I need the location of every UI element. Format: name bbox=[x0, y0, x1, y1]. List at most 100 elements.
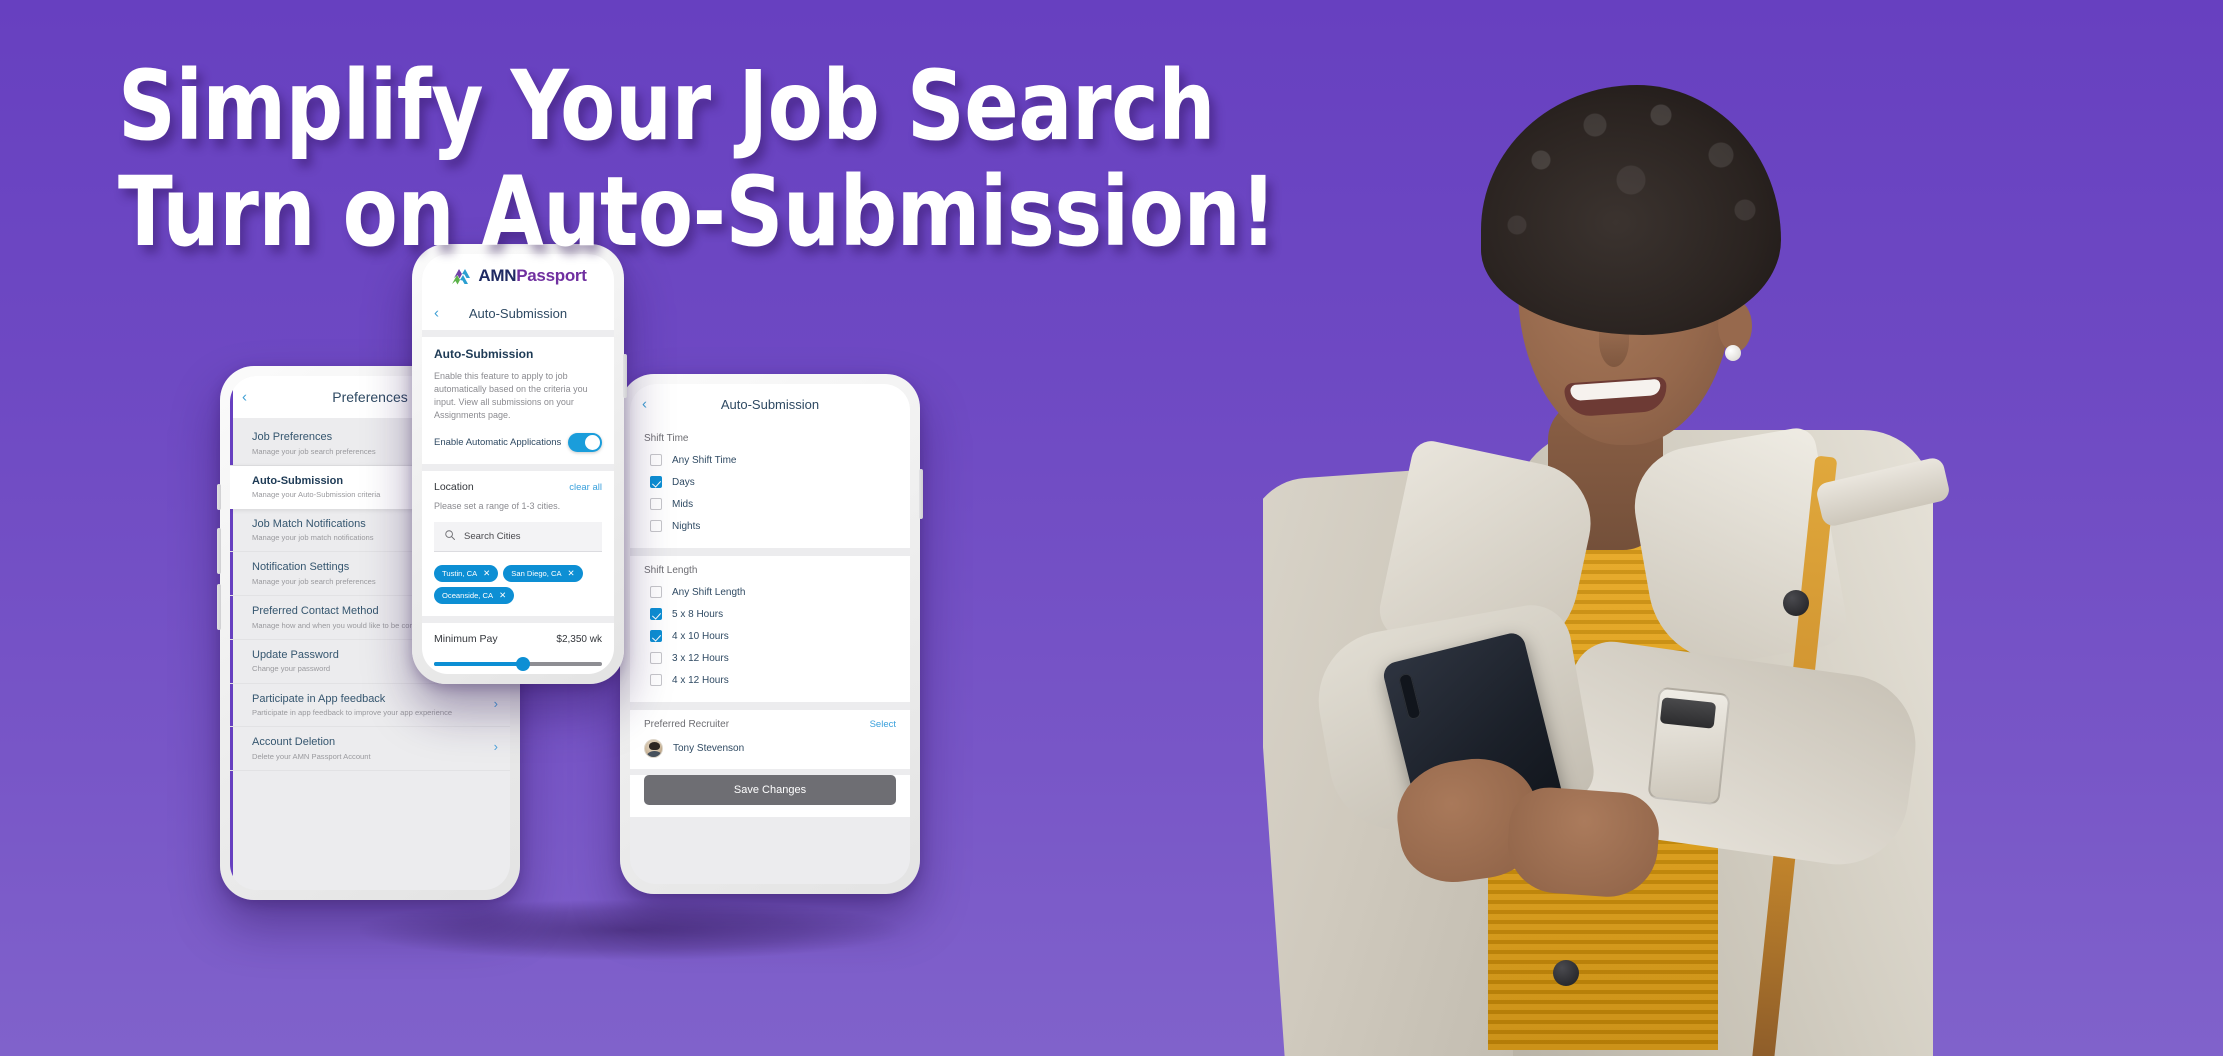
shift-length-option-2[interactable]: 4 x 10 Hours bbox=[644, 625, 896, 647]
search-cities-input[interactable]: Search Cities bbox=[434, 522, 602, 553]
checkbox-icon[interactable] bbox=[650, 652, 662, 664]
preference-item-6[interactable]: Participate in App feedback Participate i… bbox=[230, 684, 510, 728]
preferred-recruiter-card: Preferred Recruiter Select Tony Stevenso… bbox=[630, 710, 910, 769]
shift-length-option-3[interactable]: 3 x 12 Hours bbox=[644, 647, 896, 669]
shift-time-option-0[interactable]: Any Shift Time bbox=[644, 449, 896, 471]
select-recruiter-link[interactable]: Select bbox=[870, 719, 896, 730]
shift-length-option-label: 5 x 8 Hours bbox=[672, 608, 724, 620]
checkbox-checked-icon[interactable] bbox=[650, 476, 662, 488]
checkbox-icon[interactable] bbox=[650, 586, 662, 598]
city-chip-0[interactable]: Tustin, CA ✕ bbox=[434, 565, 499, 583]
enable-automatic-applications-toggle[interactable] bbox=[568, 433, 602, 453]
shift-length-option-label: 4 x 10 Hours bbox=[672, 630, 729, 642]
shift-length-options: Any Shift Length 5 x 8 Hours 4 x 10 Hours 3… bbox=[644, 581, 896, 691]
headline-line-2: Turn on Auto-Submission! bbox=[118, 155, 1277, 268]
save-changes-button[interactable]: Save Changes bbox=[644, 775, 896, 805]
nav-bar: ‹ Auto-Submission bbox=[422, 296, 614, 330]
auto-submission-scroll-area[interactable]: Auto-Submission Enable this feature to a… bbox=[422, 330, 614, 674]
earring-shape bbox=[1725, 345, 1741, 361]
hero-headline: Simplify Your Job Search Turn on Auto-Su… bbox=[118, 50, 1298, 268]
coat-button bbox=[1553, 960, 1579, 986]
phone-screen: ‹ Auto-Submission Shift Time Any Shift T… bbox=[630, 384, 910, 884]
checkbox-checked-icon[interactable] bbox=[650, 630, 662, 642]
checkbox-checked-icon[interactable] bbox=[650, 608, 662, 620]
slider-thumb[interactable] bbox=[516, 657, 531, 672]
phone-volume-up-button[interactable] bbox=[217, 528, 221, 574]
auto-submission-description: Enable this feature to apply to job auto… bbox=[434, 371, 588, 421]
shift-length-option-1[interactable]: 5 x 8 Hours bbox=[644, 603, 896, 625]
chevron-right-icon[interactable]: › bbox=[494, 697, 498, 710]
coat-button bbox=[1783, 590, 1809, 616]
location-note: Please set a range of 1-3 cities. bbox=[434, 501, 561, 512]
minimum-pay-slider[interactable] bbox=[434, 657, 602, 672]
minimum-pay-value: $2,350 wk bbox=[556, 633, 602, 645]
cuff-buckle-shape bbox=[1659, 697, 1717, 729]
headline-line-1: Simplify Your Job Search bbox=[118, 50, 1215, 162]
shift-time-option-2[interactable]: Mids bbox=[644, 493, 896, 515]
page-title: Preferences bbox=[332, 389, 408, 405]
phone-screen: AMNPassport ‹ Auto-Submission Auto-Submi… bbox=[422, 254, 614, 674]
location-card: Location clear all Please set a range of… bbox=[422, 471, 614, 617]
search-icon bbox=[444, 528, 456, 546]
page-title: Auto-Submission bbox=[468, 305, 568, 321]
city-chip-2[interactable]: Oceanside, CA ✕ bbox=[434, 587, 515, 605]
search-cities-placeholder: Search Cities bbox=[464, 531, 521, 543]
avatar-icon bbox=[644, 739, 663, 758]
enable-automatic-applications-label: Enable Automatic Applications bbox=[434, 437, 562, 449]
checkbox-icon[interactable] bbox=[650, 674, 662, 686]
phone-side-button[interactable] bbox=[217, 484, 221, 510]
hair-texture bbox=[1481, 85, 1781, 335]
slider-fill bbox=[434, 662, 524, 667]
chevron-left-icon[interactable]: ‹ bbox=[242, 390, 247, 405]
preference-item-subtitle: Participate in app feedback to improve y… bbox=[252, 708, 453, 718]
location-label: Location bbox=[434, 481, 474, 494]
shift-length-option-label: Any Shift Length bbox=[672, 586, 746, 598]
shift-length-option-label: 4 x 12 Hours bbox=[672, 674, 729, 686]
preference-item-title: Participate in App feedback bbox=[252, 692, 386, 705]
shift-time-heading: Shift Time bbox=[644, 433, 689, 444]
shift-time-option-label: Any Shift Time bbox=[672, 454, 737, 466]
phone-mockup-shift-criteria: ‹ Auto-Submission Shift Time Any Shift T… bbox=[620, 374, 923, 894]
chevron-right-icon[interactable]: › bbox=[494, 740, 498, 753]
checkbox-icon[interactable] bbox=[650, 454, 662, 466]
phone-volume-down-button[interactable] bbox=[217, 584, 221, 630]
city-chip-label: Oceanside, CA bbox=[442, 591, 494, 601]
shift-length-option-label: 3 x 12 Hours bbox=[672, 652, 729, 664]
minimum-pay-card: Minimum Pay $2,350 wk bbox=[422, 623, 614, 674]
checkbox-icon[interactable] bbox=[650, 520, 662, 532]
close-icon[interactable]: ✕ bbox=[483, 569, 490, 578]
phone-mockup-auto-submission: AMNPassport ‹ Auto-Submission Auto-Submi… bbox=[412, 244, 627, 684]
save-bar: Save Changes bbox=[630, 775, 910, 817]
phones-ground-shadow bbox=[360, 900, 900, 960]
phone-power-button[interactable] bbox=[623, 354, 627, 398]
chevron-left-icon[interactable]: ‹ bbox=[642, 397, 647, 412]
minimum-pay-label: Minimum Pay bbox=[434, 633, 498, 646]
shift-time-option-label: Days bbox=[672, 476, 695, 488]
criteria-scroll-area[interactable]: Shift Time Any Shift Time Days Mids Nights … bbox=[630, 424, 910, 884]
checkbox-icon[interactable] bbox=[650, 498, 662, 510]
logo-text-amn: AMN bbox=[478, 265, 517, 285]
logo-text-passport: Passport bbox=[516, 265, 587, 285]
hand-right-shape bbox=[1504, 784, 1662, 901]
shift-time-card: Shift Time Any Shift Time Days Mids Nights bbox=[630, 424, 910, 548]
city-chip-label: San Diego, CA bbox=[511, 569, 562, 579]
nav-bar: ‹ Auto-Submission bbox=[630, 384, 910, 424]
shift-time-option-1[interactable]: Days bbox=[644, 471, 896, 493]
shift-length-option-0[interactable]: Any Shift Length bbox=[644, 581, 896, 603]
city-chip-1[interactable]: San Diego, CA ✕ bbox=[503, 565, 583, 583]
auto-submission-card: Auto-Submission Enable this feature to a… bbox=[422, 337, 614, 465]
selected-cities-chips: Tustin, CA ✕ San Diego, CA ✕ Oceanside, CA ✕ bbox=[434, 565, 602, 605]
hero-photo bbox=[1263, 0, 2223, 1056]
shift-length-option-4[interactable]: 4 x 12 Hours bbox=[644, 669, 896, 691]
chevron-left-icon[interactable]: ‹ bbox=[434, 306, 439, 321]
preference-item-7[interactable]: Account Deletion Delete your AMN Passport… bbox=[230, 727, 510, 771]
preferred-recruiter-label: Preferred Recruiter bbox=[644, 719, 730, 730]
shift-time-option-label: Nights bbox=[672, 520, 701, 532]
close-icon[interactable]: ✕ bbox=[499, 591, 506, 600]
shift-time-options: Any Shift Time Days Mids Nights bbox=[644, 449, 896, 537]
shift-length-heading: Shift Length bbox=[644, 565, 698, 576]
close-icon[interactable]: ✕ bbox=[568, 569, 575, 578]
clear-all-link[interactable]: clear all bbox=[569, 482, 602, 493]
shift-time-option-3[interactable]: Nights bbox=[644, 515, 896, 537]
phone-power-button[interactable] bbox=[919, 469, 923, 519]
